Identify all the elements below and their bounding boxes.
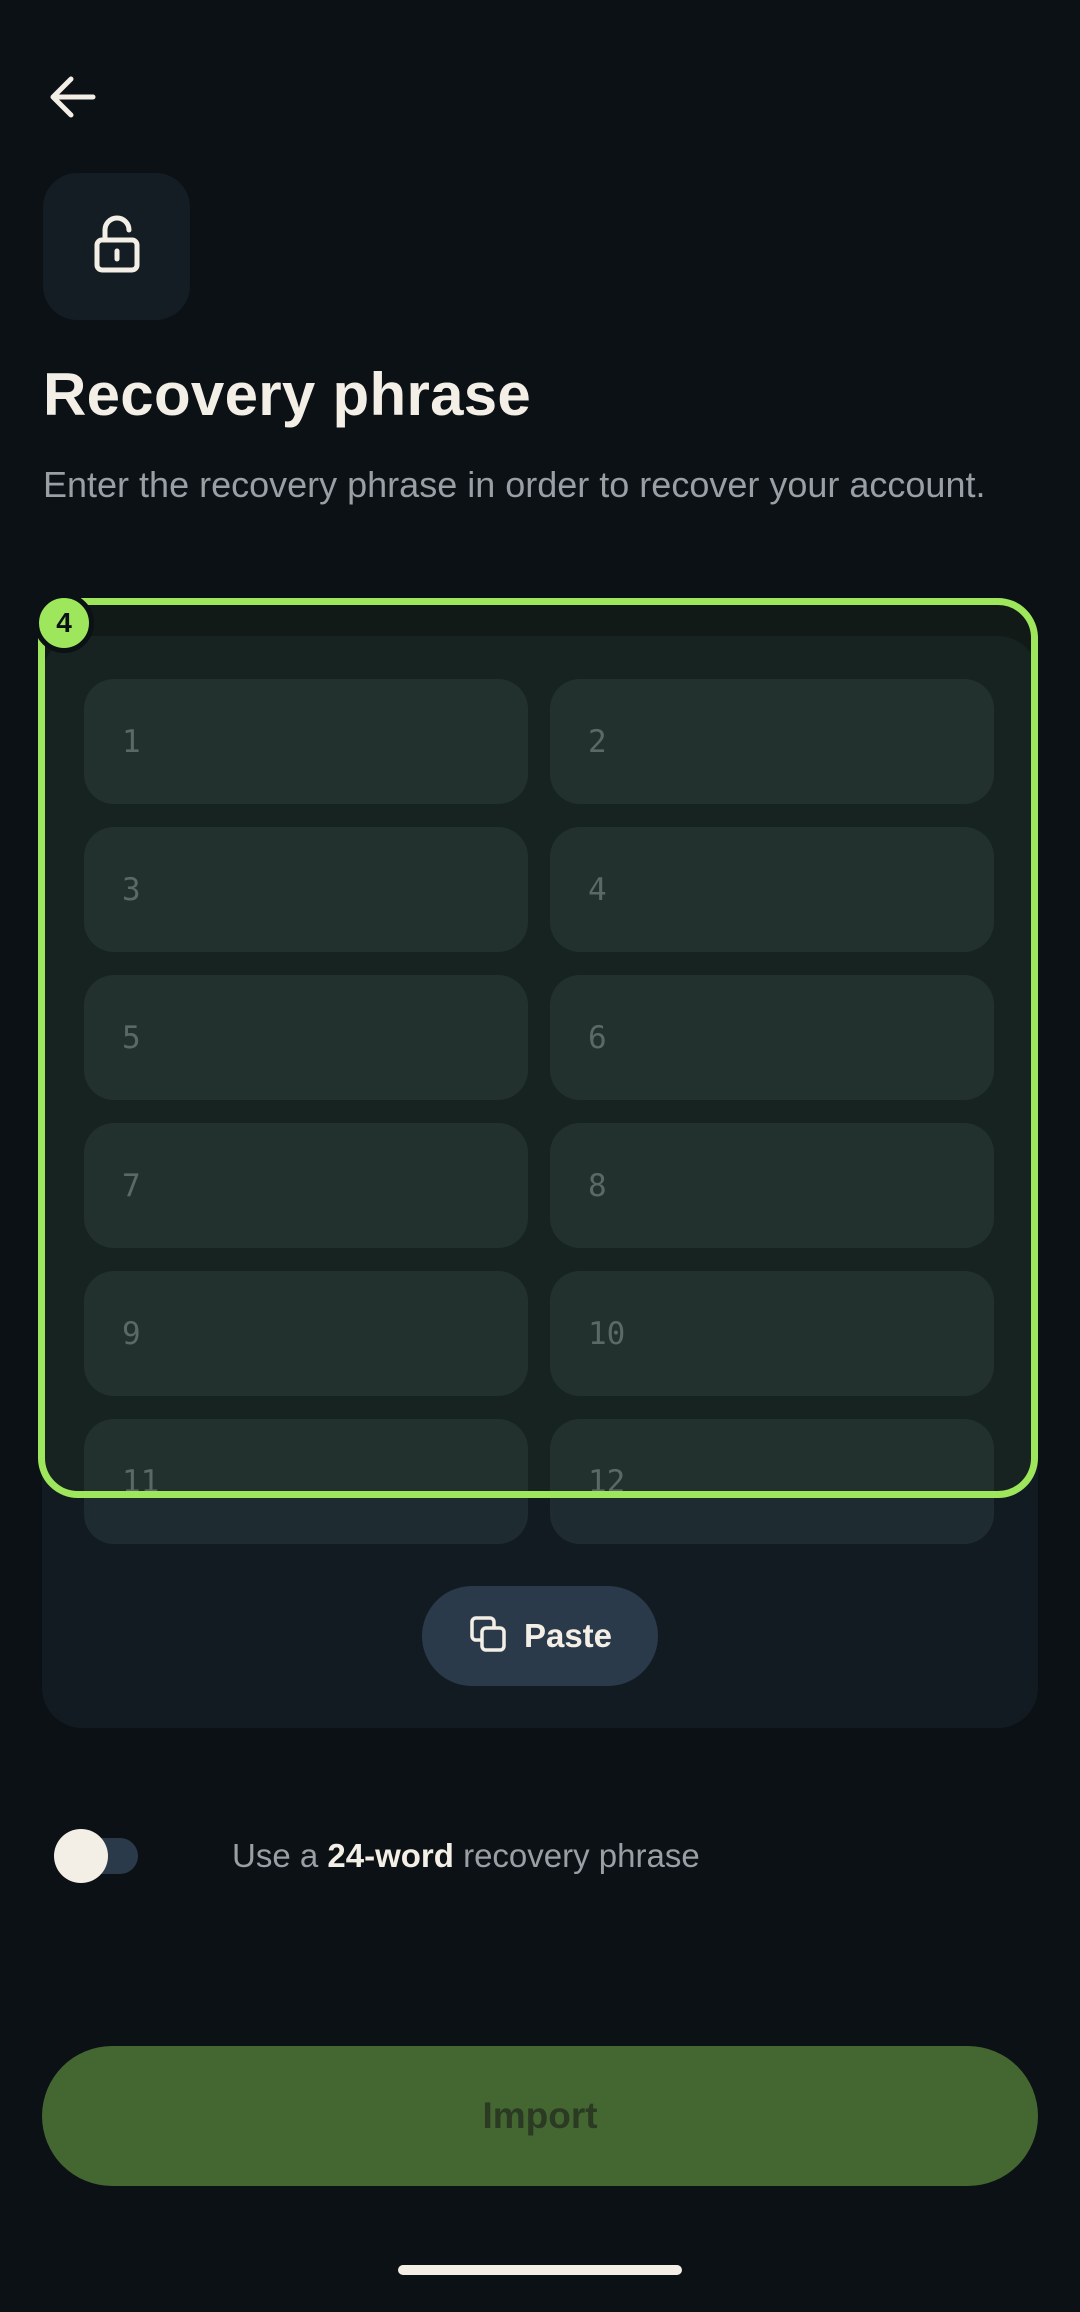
toggle-text-after: recovery phrase <box>463 1837 700 1874</box>
word-placeholder: 2 <box>588 723 607 760</box>
import-label: Import <box>482 2095 598 2136</box>
word-field-7[interactable]: 7 <box>84 1123 528 1248</box>
word-placeholder: 1 <box>122 723 141 760</box>
word-count-toggle-row: Use a 24-word recovery phrase <box>54 1826 700 1886</box>
import-button[interactable]: Import <box>42 2046 1038 2186</box>
lock-icon <box>93 214 141 279</box>
word-placeholder: 9 <box>122 1315 141 1352</box>
word-placeholder: 12 <box>588 1463 626 1500</box>
page-title: Recovery phrase <box>43 361 532 428</box>
word-field-2[interactable]: 2 <box>550 679 994 804</box>
page-subtitle: Enter the recovery phrase in order to re… <box>43 464 986 505</box>
toggle-label: Use a 24-word recovery phrase <box>232 1837 700 1875</box>
word-field-9[interactable]: 9 <box>84 1271 528 1396</box>
word-placeholder: 8 <box>588 1167 607 1204</box>
word-field-8[interactable]: 8 <box>550 1123 994 1248</box>
paste-label: Paste <box>523 1617 613 1654</box>
word-field-5[interactable]: 5 <box>84 975 528 1100</box>
arrow-left-icon <box>45 69 101 130</box>
focus-highlight-badge: 4 <box>34 593 94 653</box>
toggle-text-bold: 24-word <box>327 1837 454 1874</box>
word-placeholder: 7 <box>122 1167 141 1204</box>
word-placeholder: 3 <box>122 871 141 908</box>
toggle-text-before: Use a <box>232 1837 319 1874</box>
paste-button[interactable]: Paste <box>422 1586 658 1686</box>
word-field-10[interactable]: 10 <box>550 1271 994 1396</box>
word-placeholder: 6 <box>588 1019 607 1056</box>
word-field-3[interactable]: 3 <box>84 827 528 952</box>
word-grid: 1 2 3 4 5 6 7 8 9 10 11 12 <box>84 679 994 1544</box>
word-field-12[interactable]: 12 <box>550 1419 994 1544</box>
word-placeholder: 4 <box>588 871 607 908</box>
word-placeholder: 11 <box>122 1463 160 1500</box>
copy-icon <box>468 1614 508 1659</box>
recovery-phrase-card: 1 2 3 4 5 6 7 8 9 10 11 12 Paste <box>42 636 1038 1728</box>
toggle-knob <box>54 1829 108 1883</box>
24-word-toggle[interactable] <box>54 1829 138 1883</box>
word-placeholder: 10 <box>588 1315 626 1352</box>
home-indicator[interactable] <box>398 2265 682 2275</box>
word-field-6[interactable]: 6 <box>550 975 994 1100</box>
word-field-11[interactable]: 11 <box>84 1419 528 1544</box>
word-field-4[interactable]: 4 <box>550 827 994 952</box>
lock-tile <box>43 173 190 320</box>
word-field-1[interactable]: 1 <box>84 679 528 804</box>
back-button[interactable] <box>36 62 110 136</box>
word-placeholder: 5 <box>122 1019 141 1056</box>
